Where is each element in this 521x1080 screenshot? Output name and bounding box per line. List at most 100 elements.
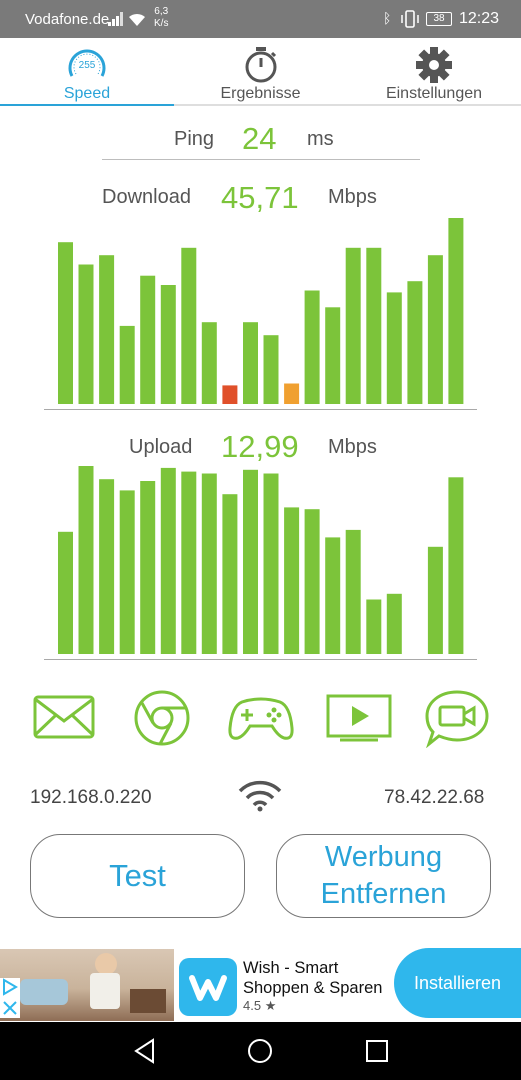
tab-speed[interactable]: 255 Speed [0,38,174,106]
remove-ads-button[interactable]: Werbung Entfernen [276,834,491,918]
upload-bar [386,593,402,654]
download-chart [44,218,477,410]
star-icon: ★ [264,998,277,1013]
upload-bar [160,467,176,654]
upload-bar [243,469,258,654]
upload-bar [366,599,382,654]
upload-label: Upload [129,436,193,458]
upload-bars [58,466,464,654]
upload-bar [58,531,73,654]
download-bar [366,247,382,404]
ad-banner[interactable]: Wish - Smart Shoppen & Sparen 4.5 ★ Inst… [0,948,521,1022]
download-bar [263,335,279,404]
active-tab-indicator [0,104,174,106]
upload-bar [222,494,238,654]
gauge-text: 255 [79,60,96,71]
upload-bar [345,529,361,654]
tab-bar: 255 Speed Ergebnisse Einstellungen [0,38,521,106]
upload-bar [99,479,115,654]
upload-bar [140,481,156,654]
home-icon[interactable] [247,1038,273,1064]
upload-unit: Mbps [328,436,377,458]
remove-ads-line1: Werbung [324,841,443,873]
download-bar [386,292,402,404]
carrier-name: Vodafone.de [25,11,110,28]
recents-icon[interactable] [365,1039,389,1063]
upload-bar [427,546,443,654]
clock: 12:23 [459,10,500,27]
upload-bar [448,477,464,654]
upload-bar [304,509,320,654]
status-bar: Vodafone.de 6,3 K/s ᛒ 38 12:23 [0,0,521,38]
tab-einstellungen[interactable]: Einstellungen [347,38,521,106]
download-bar [407,281,423,404]
adchoices-icon[interactable] [0,978,20,1018]
vibrate-icon [401,10,419,28]
bluetooth-icon: ᛒ [383,10,392,26]
tab-ergebnisse-label: Ergebnisse [220,85,301,102]
ad-image [0,949,174,1021]
test-button[interactable]: Test [30,834,245,918]
download-bar [99,255,115,404]
download-bar [181,247,197,404]
download-baseline [44,409,477,410]
download-bar [201,322,217,404]
net-speed-value: 6,3 [154,6,169,17]
network-speed: 6,3 K/s [154,6,168,30]
ping-row: Ping 24 ms [102,118,420,160]
upload-bar [263,473,279,654]
upload-bar [78,466,94,654]
app-screen: Vodafone.de 6,3 K/s ᛒ 38 12:23 255 Speed [0,0,521,1080]
speedometer-icon: 255 [68,49,106,77]
remove-ads-line2: Entfernen [320,878,447,910]
download-bar [222,385,238,404]
ad-title: Wish - Smart Shoppen & Sparen [243,958,382,998]
download-bar [243,322,258,404]
system-nav-bar [0,1022,521,1080]
download-bar [345,247,361,404]
download-value: 45,71 [221,180,299,215]
chrome-browser-icon[interactable] [132,688,192,748]
video-chat-icon[interactable] [424,688,490,748]
public-ip: 78.42.22.68 [384,787,485,808]
ad-rating: 4.5 ★ [243,998,276,1014]
tab-einstellungen-label: Einstellungen [385,85,483,102]
video-play-icon[interactable] [326,688,392,746]
upload-chart [44,466,477,660]
download-bar [119,325,135,404]
download-label: Download [102,186,191,208]
wish-logo-icon [179,958,237,1016]
gamepad-icon[interactable] [228,688,294,746]
ping-label: Ping [174,128,215,150]
ad-title-line2: Shoppen & Sparen [243,979,383,997]
local-ip: 192.168.0.220 [30,787,152,808]
ad-title-line1: Wish - Smart [243,959,339,977]
upload-bar [325,537,341,654]
upload-bar [201,473,217,654]
download-bar [58,242,73,404]
upload-bar [181,471,197,654]
download-bar [427,255,443,404]
battery-indicator: 38 [426,12,452,26]
download-bar [78,264,94,404]
download-bar [140,275,156,404]
ping-value: 24 [242,121,277,156]
upload-bar [119,490,135,654]
upload-bar [284,507,300,654]
net-speed-unit: K/s [154,18,169,29]
download-unit: Mbps [328,186,377,208]
wifi-icon [238,780,282,812]
upload-value: 12,99 [221,429,299,464]
download-bar [284,383,300,404]
gear-icon [416,47,452,83]
upload-baseline [44,659,477,660]
stopwatch-icon [245,47,276,83]
download-bar [325,307,341,404]
install-button[interactable]: Installieren [394,948,521,1018]
download-bars [58,218,464,404]
back-icon[interactable] [133,1038,157,1064]
download-bar [448,218,464,404]
tab-ergebnisse[interactable]: Ergebnisse [174,38,347,106]
signal-icon [108,12,123,26]
email-envelope-icon[interactable] [32,688,96,746]
